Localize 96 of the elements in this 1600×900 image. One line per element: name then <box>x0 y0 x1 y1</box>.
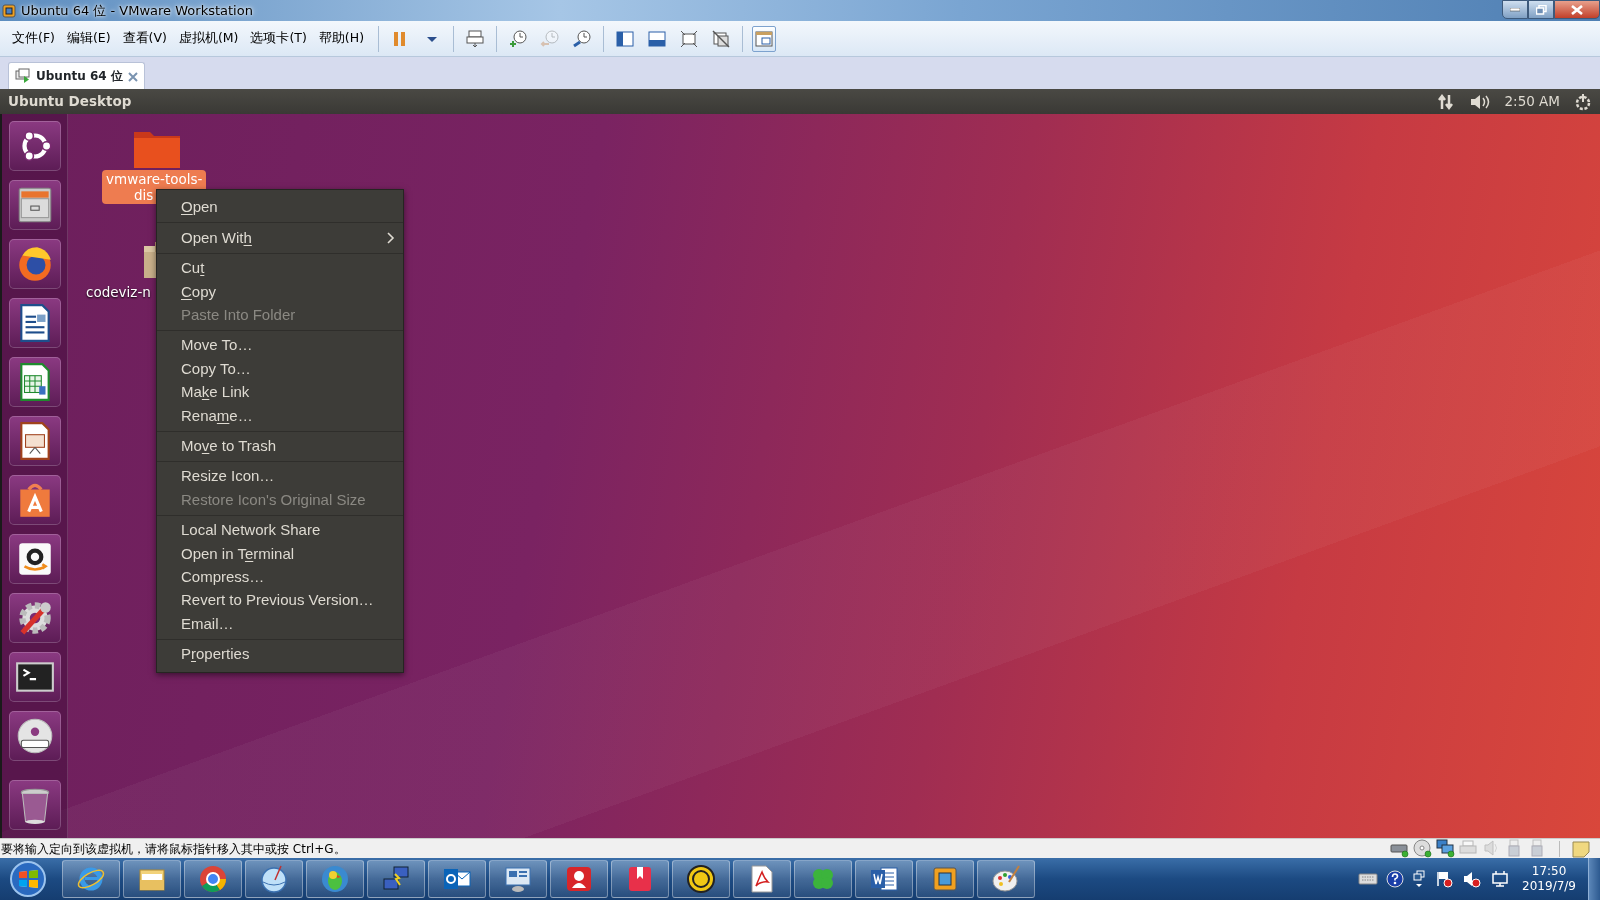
menu-item[interactable]: Copy <box>157 280 403 304</box>
paint-palette-icon <box>991 864 1021 894</box>
menu-item[interactable]: Properties <box>157 642 403 667</box>
taskbar-button[interactable] <box>367 860 425 898</box>
glass-sphere-icon <box>259 864 289 894</box>
menu-item[interactable]: 查看(V) <box>116 27 173 50</box>
vm-screen-icon <box>15 68 31 84</box>
help-icon[interactable] <box>1386 870 1405 888</box>
launcher-item[interactable] <box>8 780 61 830</box>
taskbar-button[interactable] <box>123 860 181 898</box>
taskbar-button[interactable] <box>245 860 303 898</box>
menu-item[interactable]: 编辑(E) <box>60 27 117 50</box>
restore-icon <box>1535 4 1547 15</box>
clock-plus-icon[interactable] <box>508 28 528 49</box>
launcher-item[interactable] <box>8 357 61 407</box>
menu-item[interactable]: Revert to Previous Version… <box>157 588 403 613</box>
menu-item[interactable]: Cut <box>157 256 403 281</box>
menu-item[interactable]: Move to Trash <box>157 434 403 458</box>
chevron-right-icon <box>385 232 395 245</box>
vm-window-icon <box>930 864 960 894</box>
disc-icon[interactable] <box>1413 839 1432 858</box>
menu-item[interactable]: Move To… <box>157 333 403 358</box>
close-button[interactable] <box>1554 0 1600 19</box>
console-window-icon <box>754 28 774 49</box>
keyboard-icon[interactable] <box>1358 871 1379 887</box>
launcher-item[interactable] <box>8 298 61 348</box>
close-icon <box>1571 4 1583 15</box>
taskbar-button[interactable] <box>550 860 608 898</box>
word-document-icon <box>869 864 899 894</box>
launcher-item[interactable] <box>8 180 61 230</box>
menu-item[interactable]: Make Link <box>157 380 403 405</box>
menu-item[interactable]: 文件(F) <box>6 27 61 50</box>
network-monitors-icon[interactable] <box>1436 839 1455 858</box>
status-message: 要将输入定向到该虚拟机，请将鼠标指针移入其中或按 Ctrl+G。 <box>1 840 346 858</box>
ring-disc-icon <box>686 864 716 894</box>
file-label[interactable]: codeviz-n <box>82 283 155 301</box>
menu-item[interactable]: 选项卡(T) <box>244 27 313 50</box>
menu-item[interactable]: Compress… <box>157 565 403 589</box>
taskbar-button[interactable] <box>306 860 364 898</box>
taskbar-button[interactable] <box>855 860 913 898</box>
view-button[interactable] <box>752 25 776 52</box>
flag-alert-icon[interactable] <box>1434 870 1455 888</box>
tricolor-circle-icon <box>198 864 228 894</box>
network-arrows-icon[interactable] <box>1436 92 1455 111</box>
menu-item[interactable]: 虚拟机(M) <box>172 27 245 50</box>
show-desktop-button[interactable] <box>1588 858 1600 900</box>
taskbar-button[interactable] <box>184 860 242 898</box>
speaker-muted-icon[interactable] <box>1462 870 1483 888</box>
network-icon[interactable] <box>1490 870 1511 888</box>
launcher-item[interactable] <box>8 534 61 584</box>
menu-item[interactable]: Rename… <box>157 404 403 428</box>
crossed-window-icon[interactable] <box>711 28 731 49</box>
clock-date[interactable]: 2019/7/9 <box>1522 879 1576 894</box>
window-stack-icon[interactable] <box>1412 870 1427 888</box>
reader-app-icon <box>564 864 594 894</box>
taskbar-button[interactable] <box>977 860 1035 898</box>
launcher-item[interactable] <box>8 711 61 761</box>
panel-clock[interactable]: 2:50 AM <box>1504 91 1560 112</box>
keyboard-keys-icon[interactable] <box>465 28 485 49</box>
restore-button[interactable] <box>1528 0 1554 19</box>
parrot-icon <box>320 864 350 894</box>
menu-item[interactable]: 帮助(H) <box>312 27 370 50</box>
taskbar-button[interactable] <box>611 860 669 898</box>
panel-title: Ubuntu Desktop <box>8 92 132 112</box>
minimize-icon <box>1510 7 1520 12</box>
launcher-item[interactable] <box>8 416 61 466</box>
launcher-item[interactable] <box>8 652 61 702</box>
taskbar-button[interactable] <box>672 860 730 898</box>
taskbar-button[interactable] <box>428 860 486 898</box>
minimize-button[interactable] <box>1502 0 1528 19</box>
menu-item[interactable]: Email… <box>157 612 403 636</box>
window-title: Ubuntu 64 位 - VMware Workstation <box>21 1 253 20</box>
taskbar-button[interactable] <box>489 860 547 898</box>
launcher-item[interactable] <box>8 475 61 525</box>
launcher-item[interactable] <box>8 593 61 643</box>
menu-item[interactable]: Resize Icon… <box>157 464 403 489</box>
launcher-item[interactable] <box>8 121 61 171</box>
menu-item[interactable]: Local Network Share <box>157 518 403 543</box>
fullscreen-icon[interactable] <box>679 28 699 49</box>
power-gear-icon[interactable] <box>1574 92 1592 111</box>
volume-icon[interactable] <box>1468 92 1491 111</box>
launcher-item[interactable] <box>8 239 61 289</box>
menu-item[interactable]: Open With <box>157 226 403 250</box>
taskbar-button[interactable] <box>733 860 791 898</box>
sidebar-layout-icon[interactable] <box>615 28 635 49</box>
vm-tab[interactable]: Ubuntu 64 位 <box>8 62 145 89</box>
monitor-panel-icon <box>503 864 533 894</box>
menu-item[interactable]: Open in Terminal <box>157 542 403 566</box>
clock-time[interactable]: 17:50 <box>1531 864 1567 879</box>
taskbar-button[interactable] <box>62 860 120 898</box>
tab-label: Ubuntu 64 位 <box>36 68 123 85</box>
bottom-bar-layout-icon[interactable] <box>647 28 667 49</box>
start-orb-icon[interactable] <box>8 859 48 899</box>
menu-item[interactable]: Copy To… <box>157 357 403 381</box>
app-window-icon <box>2 3 16 18</box>
clock-wrench-icon[interactable] <box>572 28 592 49</box>
